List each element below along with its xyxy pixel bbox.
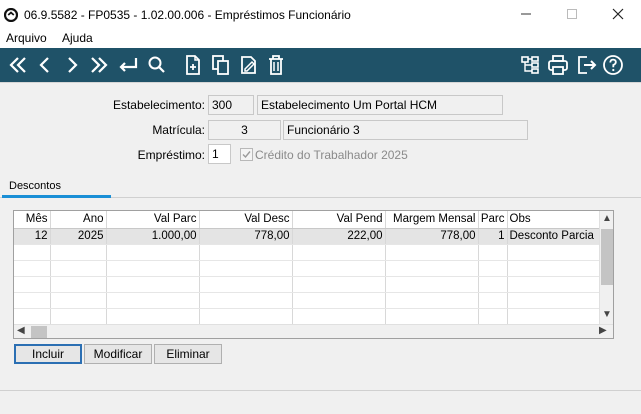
tab-descontos[interactable]: Descontos [2,174,111,198]
search-icon[interactable] [145,53,169,77]
menu-ajuda[interactable]: Ajuda [62,31,93,45]
table-row-empty[interactable] [14,308,601,325]
cell-margem[interactable]: 778,00 [385,228,479,245]
table-row-empty[interactable] [14,244,601,261]
emprestimo-field[interactable]: 1 [208,144,231,164]
edit-icon[interactable] [237,53,261,77]
toolbar [0,48,641,82]
scroll-left-icon[interactable]: ◀ [17,325,25,337]
app-logo-icon [3,7,19,23]
scroll-right-icon[interactable]: ▶ [599,325,607,337]
menu-arquivo[interactable]: Arquivo [6,31,47,45]
col-header-val-pend[interactable]: Val Pend [292,211,386,229]
col-header-margem-mensal[interactable]: Margem Mensal [385,211,479,229]
col-header-parc[interactable]: Parc [478,211,508,229]
title-bar: 06.9.5582 - FP0535 - 1.02.00.006 - Empré… [0,0,641,30]
modificar-button[interactable]: Modificar [84,344,152,364]
print-icon[interactable] [546,53,570,77]
horizontal-scroll-thumb[interactable] [31,326,47,338]
emprestimo-label: Empréstimo: [137,148,205,162]
credito-checkbox[interactable] [240,148,253,161]
incluir-button[interactable]: Incluir [14,344,82,364]
estabelecimento-name-field: Estabelecimento Um Portal HCM [257,95,503,115]
cell-val-desc[interactable]: 778,00 [199,228,293,245]
cell-mes[interactable]: 12 [14,228,51,245]
horizontal-scrollbar[interactable]: ◀ ▶ [14,324,613,338]
return-icon[interactable] [116,53,140,77]
help-icon[interactable] [601,53,625,77]
new-document-icon[interactable] [181,53,205,77]
window-title: 06.9.5582 - FP0535 - 1.02.00.006 - Empré… [24,8,351,22]
matricula-name-field: Funcionário 3 [283,120,528,140]
col-header-mes[interactable]: Mês [14,211,51,229]
tree-structure-icon[interactable] [518,53,542,77]
close-icon [612,7,624,23]
table-row-empty[interactable] [14,260,601,277]
col-header-val-parc[interactable]: Val Parc [106,211,200,229]
cell-val-parc[interactable]: 1.000,00 [106,228,200,245]
descontos-grid: Mês Ano Val Parc Val Desc Val Pend Marge… [13,210,614,339]
maximize-icon [566,7,578,23]
status-bar [0,390,641,414]
cell-val-pend[interactable]: 222,00 [292,228,386,245]
estabelecimento-label: Estabelecimento: [112,98,205,112]
col-header-ano[interactable]: Ano [50,211,107,229]
scroll-up-icon[interactable]: ▲ [602,213,612,225]
matricula-code-field[interactable]: 3 [208,120,281,140]
copy-icon[interactable] [209,53,233,77]
descontos-table: Mês Ano Val Parc Val Desc Val Pend Marge… [14,211,601,325]
estabelecimento-code-field[interactable]: 300 [208,95,254,115]
col-header-obs[interactable]: Obs [507,211,601,229]
first-record-icon[interactable] [6,53,30,77]
delete-icon[interactable] [264,53,288,77]
close-button[interactable] [595,0,641,30]
cell-ano[interactable]: 2025 [50,228,107,245]
table-header-row: Mês Ano Val Parc Val Desc Val Pend Marge… [14,211,601,229]
matricula-label: Matrícula: [152,123,205,137]
vertical-scrollbar[interactable]: ▲ ▼ [599,211,613,325]
eliminar-button[interactable]: Eliminar [154,344,222,364]
exit-icon[interactable] [574,53,598,77]
cell-obs[interactable]: Desconto Parcia [507,228,601,245]
maximize-button[interactable] [549,0,595,30]
last-record-icon[interactable] [87,53,111,77]
menu-bar: Arquivo Ajuda [0,30,641,48]
checkmark-icon [242,151,251,159]
col-header-val-desc[interactable]: Val Desc [199,211,293,229]
cell-parc[interactable]: 1 [478,228,508,245]
credito-label: Crédito do Trabalhador 2025 [255,148,408,162]
minimize-button[interactable] [503,0,549,30]
scroll-down-icon[interactable]: ▼ [602,309,612,321]
previous-record-icon[interactable] [33,53,57,77]
table-row-empty[interactable] [14,276,601,293]
form-header: Estabelecimento: 300 Estabelecimento Um … [0,82,641,174]
vertical-scroll-thumb[interactable] [601,229,613,285]
minimize-icon [520,7,532,23]
descontos-panel: Mês Ano Val Parc Val Desc Val Pend Marge… [0,198,641,390]
table-row-empty[interactable] [14,292,601,309]
next-record-icon[interactable] [60,53,84,77]
table-row[interactable]: 12 2025 1.000,00 778,00 222,00 778,00 1 … [14,228,601,245]
tab-bar: Descontos [0,174,641,198]
